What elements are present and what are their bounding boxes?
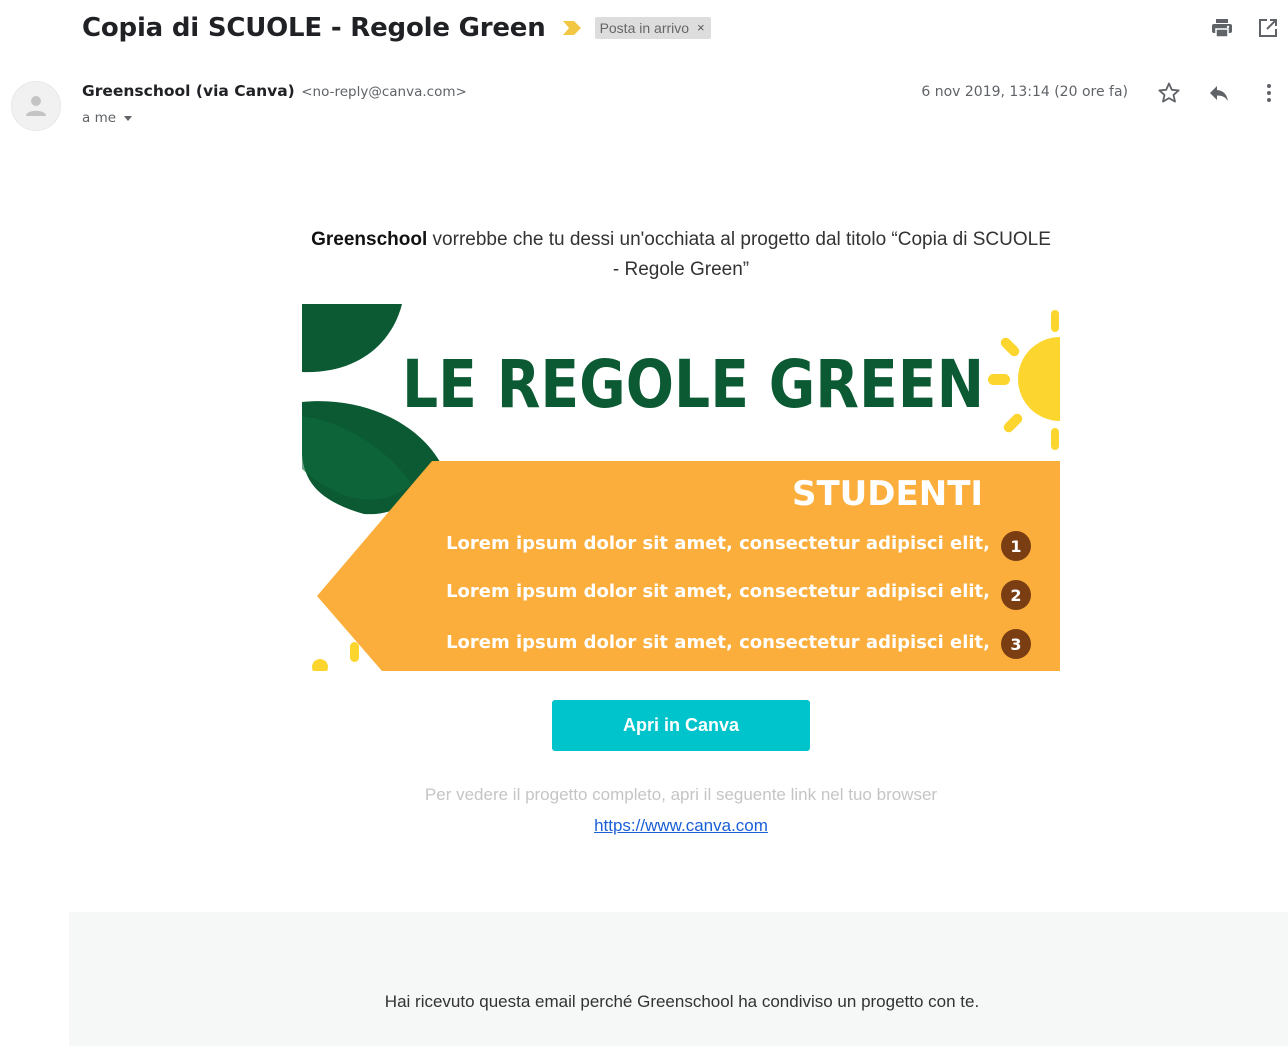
chevron-down-icon bbox=[124, 115, 133, 121]
remove-label-button[interactable]: × bbox=[697, 20, 705, 35]
recipient-text: a me bbox=[82, 110, 117, 126]
message-actions bbox=[1132, 80, 1282, 106]
sender-name[interactable]: Greenschool (via Canva) bbox=[82, 82, 295, 100]
rule-number-badge: 2 bbox=[1001, 580, 1031, 610]
rule-number-badge: 1 bbox=[1001, 531, 1031, 561]
rule-number-badge: 3 bbox=[1001, 629, 1031, 659]
importance-marker-icon[interactable] bbox=[562, 20, 582, 36]
email-date: 6 nov 2019, 13:14 (20 ore fa) bbox=[921, 84, 1128, 100]
sender-avatar[interactable] bbox=[11, 81, 61, 131]
email-footer: Hai ricevuto questa email perché Greensc… bbox=[69, 912, 1288, 1046]
canva-link-row: https://www.canva.com bbox=[300, 816, 1062, 836]
sender-email: <no-reply@canva.com> bbox=[301, 84, 467, 100]
label-chip-text: Posta in arrivo bbox=[599, 19, 690, 36]
banner-subtitle: STUDENTI bbox=[792, 474, 984, 514]
label-chip-inbox[interactable]: Posta in arrivo × bbox=[594, 17, 711, 39]
person-avatar-icon bbox=[26, 96, 46, 116]
email-subject: Copia di SCUOLE - Regole Green bbox=[82, 13, 546, 43]
banner-rule-text: Lorem ipsum dolor sit amet, consectetur … bbox=[446, 632, 990, 653]
more-vertical-icon[interactable] bbox=[1256, 80, 1282, 106]
intro-text: Greenschool vorrebbe che tu dessi un'occ… bbox=[310, 225, 1052, 285]
recipient-dropdown[interactable]: a me bbox=[82, 110, 133, 126]
subject-row: Copia di SCUOLE - Regole Green Posta in … bbox=[82, 10, 711, 46]
open-in-new-window-icon[interactable] bbox=[1256, 16, 1280, 40]
sender-line: Greenschool (via Canva) <no-reply@canva.… bbox=[82, 82, 467, 101]
banner-title: LE REGOLE GREEN bbox=[402, 346, 985, 423]
hint-text: Per vedere il progetto completo, apri il… bbox=[424, 785, 938, 804]
footer-text: Hai ricevuto questa email perché Greensc… bbox=[384, 992, 980, 1011]
intro-sender-name: Greenschool bbox=[311, 229, 428, 250]
reply-icon[interactable] bbox=[1206, 80, 1232, 106]
intro-message: vorrebbe che tu dessi un'occhiata al pro… bbox=[427, 229, 1051, 280]
open-in-canva-button[interactable]: Apri in Canva bbox=[552, 700, 810, 751]
banner-rule-text: Lorem ipsum dolor sit amet, consectetur … bbox=[446, 533, 990, 554]
banner-rule-text: Lorem ipsum dolor sit amet, consectetur … bbox=[446, 581, 990, 602]
project-preview-banner[interactable]: LE REGOLE GREEN STUDENTI Lorem ipsum dol… bbox=[302, 304, 1060, 671]
top-toolbar bbox=[1210, 16, 1288, 40]
star-icon[interactable] bbox=[1156, 80, 1182, 106]
print-icon[interactable] bbox=[1210, 16, 1234, 40]
canva-link[interactable]: https://www.canva.com bbox=[594, 816, 768, 835]
